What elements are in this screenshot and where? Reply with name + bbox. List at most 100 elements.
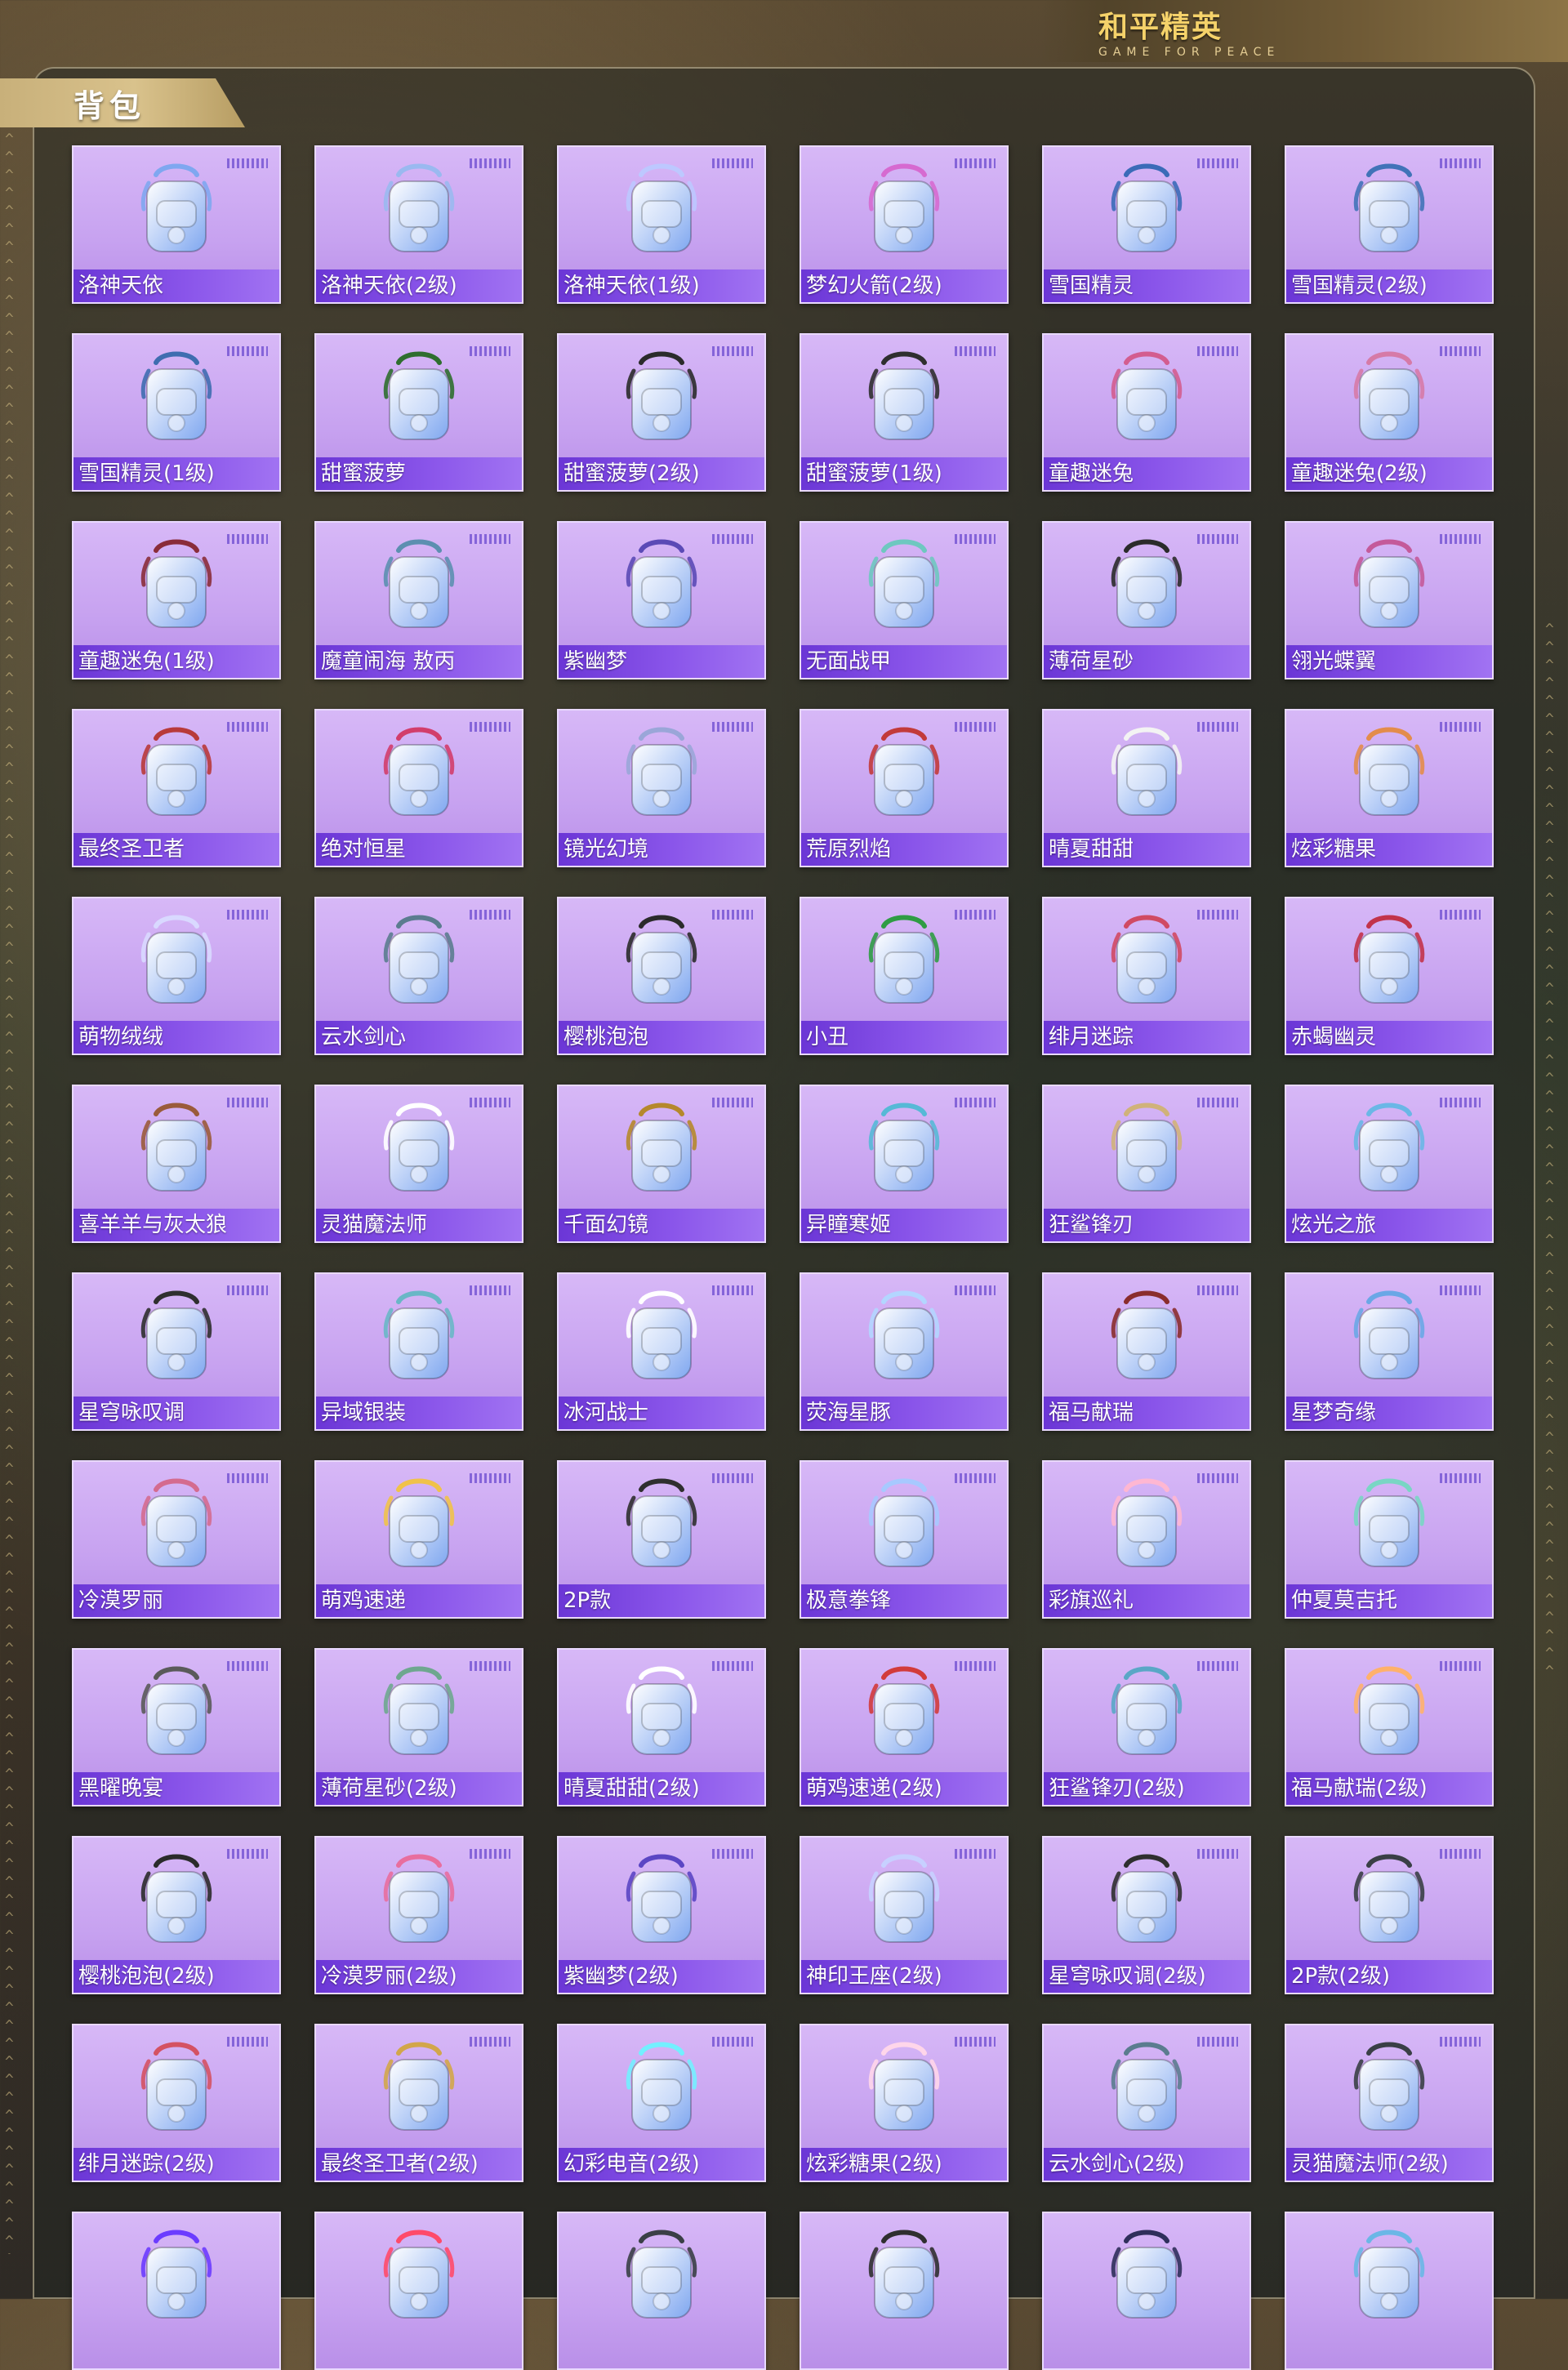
backpack-item-card[interactable]: 冷漠罗丽 <box>72 1460 281 1619</box>
backpack-item-card[interactable]: 星穹咏叹调 <box>72 1272 281 1431</box>
backpack-item-card[interactable]: 极意拳锋 <box>800 1460 1009 1619</box>
backpack-item-card[interactable]: 薄荷星砂 <box>1042 521 1251 679</box>
backpack-item-card[interactable] <box>557 2212 766 2370</box>
backpack-item-label: 云水剑心 <box>316 1021 522 1054</box>
backpack-item-card[interactable]: 赤蝎幽灵 <box>1285 897 1494 1055</box>
backpack-item-card[interactable] <box>1285 2212 1494 2370</box>
backpack-icon <box>119 531 234 645</box>
backpack-icon <box>847 1094 961 1209</box>
chevron-icon: ^ <box>1545 657 1554 674</box>
backpack-item-card[interactable]: 雪国精灵(1级) <box>72 333 281 492</box>
chevron-icon: ^ <box>5 238 14 256</box>
backpack-icon <box>1332 2221 1446 2336</box>
chevron-icon: ^ <box>1545 1429 1554 1446</box>
backpack-item-card[interactable]: 狂鲨锋刃(2级) <box>1042 1648 1251 1806</box>
backpack-item-label: 翎光蝶翼 <box>1286 645 1492 678</box>
backpack-item-card[interactable]: 2P款 <box>557 1460 766 1619</box>
backpack-item-label: 紫幽梦(2级) <box>559 1960 764 1993</box>
chevron-icon: ^ <box>1545 1375 1554 1392</box>
chevron-icon: ^ <box>5 634 14 651</box>
backpack-item-card[interactable]: 无面战甲 <box>800 521 1009 679</box>
backpack-item-card[interactable]: 2P款(2级) <box>1285 1836 1494 1994</box>
backpack-item-card[interactable]: 小丑 <box>800 897 1009 1055</box>
backpack-item-card[interactable]: 童趣迷兔(2级) <box>1285 333 1494 492</box>
backpack-item-card[interactable]: 洛神天依 <box>72 145 281 304</box>
backpack-item-card[interactable]: 仲夏莫吉托 <box>1285 1460 1494 1619</box>
backpack-item-card[interactable]: 薄荷星砂(2级) <box>314 1648 523 1806</box>
backpack-item-card[interactable]: 童趣迷兔 <box>1042 333 1251 492</box>
backpack-item-card[interactable]: 樱桃泡泡(2级) <box>72 1836 281 1994</box>
backpack-item-card[interactable] <box>314 2212 523 2370</box>
backpack-item-card[interactable]: 狂鲨锋刃 <box>1042 1085 1251 1243</box>
backpack-item-card[interactable]: 晴夏甜甜(2级) <box>557 1648 766 1806</box>
backpack-item-card[interactable]: 炫彩糖果 <box>1285 709 1494 867</box>
backpack-item-card[interactable]: 彩旗巡礼 <box>1042 1460 1251 1619</box>
backpack-item-card[interactable]: 童趣迷兔(1级) <box>72 521 281 679</box>
backpack-item-label: 雪国精灵(1级) <box>74 457 279 490</box>
backpack-item-card[interactable]: 紫幽梦 <box>557 521 766 679</box>
backpack-item-card[interactable]: 炫光之旅 <box>1285 1085 1494 1243</box>
backpack-icon <box>119 907 234 1021</box>
backpack-item-card[interactable]: 萌物绒绒 <box>72 897 281 1055</box>
chevron-icon: ^ <box>5 1891 14 1909</box>
backpack-item-card[interactable]: 福马献瑞 <box>1042 1272 1251 1431</box>
chevron-icon: ^ <box>5 149 14 166</box>
backpack-item-card[interactable]: 神印王座(2级) <box>800 1836 1009 1994</box>
backpack-item-card[interactable] <box>72 2212 281 2370</box>
backpack-item-card[interactable]: 魔童闹海 敖丙 <box>314 521 523 679</box>
backpack-item-card[interactable]: 荧海星豚 <box>800 1272 1009 1431</box>
backpack-item-card[interactable]: 紫幽梦(2级) <box>557 1836 766 1994</box>
backpack-item-card[interactable]: 云水剑心 <box>314 897 523 1055</box>
backpack-item-card[interactable]: 最终圣卫者(2级) <box>314 2024 523 2182</box>
backpack-item-card[interactable]: 绝对恒星 <box>314 709 523 867</box>
backpack-item-card[interactable]: 灵猫魔法师 <box>314 1085 523 1243</box>
chevron-icon: ^ <box>5 2233 14 2250</box>
backpack-item-card[interactable]: 冰河战士 <box>557 1272 766 1431</box>
backpack-item-label: 2P款(2级) <box>1286 1960 1492 1993</box>
backpack-item-card[interactable]: 千面幻镜 <box>557 1085 766 1243</box>
backpack-item-card[interactable]: 绯月迷踪 <box>1042 897 1251 1055</box>
backpack-item-card[interactable]: 晴夏甜甜 <box>1042 709 1251 867</box>
chevron-icon: ^ <box>5 1766 14 1783</box>
backpack-item-card[interactable] <box>1042 2212 1251 2370</box>
chevron-icon: ^ <box>1545 1393 1554 1410</box>
backpack-item-card[interactable]: 炫彩糖果(2级) <box>800 2024 1009 2182</box>
backpack-item-card[interactable]: 荒原烈焰 <box>800 709 1009 867</box>
chevron-icon: ^ <box>5 2017 14 2034</box>
backpack-item-card[interactable]: 喜羊羊与灰太狼 <box>72 1085 281 1243</box>
backpack-item-card[interactable]: 镜光幻境 <box>557 709 766 867</box>
backpack-item-card[interactable]: 绯月迷踪(2级) <box>72 2024 281 2182</box>
backpack-item-card[interactable]: 萌鸡速递 <box>314 1460 523 1619</box>
backpack-item-card[interactable]: 雪国精灵 <box>1042 145 1251 304</box>
backpack-item-card[interactable] <box>800 2212 1009 2370</box>
backpack-icon <box>1332 531 1446 645</box>
backpack-item-card[interactable]: 冷漠罗丽(2级) <box>314 1836 523 1994</box>
backpack-item-card[interactable]: 萌鸡速递(2级) <box>800 1648 1009 1806</box>
backpack-icon <box>1089 907 1204 1021</box>
backpack-item-card[interactable]: 樱桃泡泡 <box>557 897 766 1055</box>
backpack-item-card[interactable]: 异域银装 <box>314 1272 523 1431</box>
backpack-item-card[interactable]: 雪国精灵(2级) <box>1285 145 1494 304</box>
backpack-item-card[interactable]: 星梦奇缘 <box>1285 1272 1494 1431</box>
backpack-item-card[interactable]: 甜蜜菠萝(1级) <box>800 333 1009 492</box>
backpack-item-card[interactable]: 灵猫魔法师(2级) <box>1285 2024 1494 2182</box>
backpack-item-card[interactable]: 异瞳寒姬 <box>800 1085 1009 1243</box>
backpack-item-card[interactable]: 甜蜜菠萝 <box>314 333 523 492</box>
backpack-item-card[interactable]: 翎光蝶翼 <box>1285 521 1494 679</box>
backpack-item-card[interactable]: 最终圣卫者 <box>72 709 281 867</box>
backpack-item-card[interactable]: 洛神天依(1级) <box>557 145 766 304</box>
backpack-item-card[interactable]: 梦幻火箭(2级) <box>800 145 1009 304</box>
backpack-item-card[interactable]: 福马献瑞(2级) <box>1285 1648 1494 1806</box>
backpack-item-card[interactable]: 幻彩电音(2级) <box>557 2024 766 2182</box>
backpack-item-card[interactable]: 甜蜜菠萝(2级) <box>557 333 766 492</box>
chevron-icon: ^ <box>5 903 14 920</box>
backpack-item-card[interactable]: 星穹咏叹调(2级) <box>1042 1836 1251 1994</box>
backpack-item-card[interactable]: 黑曜晚宴 <box>72 1648 281 1806</box>
chevron-icon: ^ <box>1545 1681 1563 1682</box>
backpack-item-card[interactable]: 洛神天依(2级) <box>314 145 523 304</box>
chevron-icon: ^ <box>5 1676 14 1693</box>
backpack-icon <box>119 1658 234 1772</box>
backpack-item-card[interactable]: 云水剑心(2级) <box>1042 2024 1251 2182</box>
chevron-icon: ^ <box>5 1065 14 1082</box>
backpack-icon <box>1332 1094 1446 1209</box>
